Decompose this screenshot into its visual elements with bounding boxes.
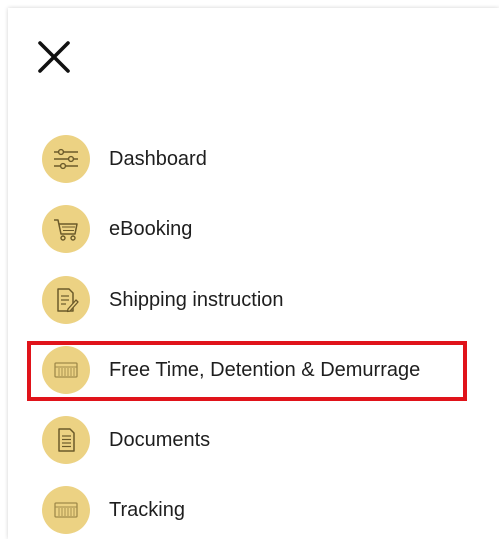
menu-item-label: Shipping instruction [109, 288, 284, 311]
menu-item-label: Documents [109, 428, 211, 451]
close-button[interactable] [34, 37, 74, 77]
menu-item-free-time-detention-demurrage[interactable]: Free Time, Detention & Demurrage [42, 345, 420, 395]
menu-item-label: eBooking [109, 217, 193, 240]
close-icon [38, 41, 70, 73]
menu-item-label: Tracking [109, 498, 185, 521]
cart-icon [42, 205, 90, 253]
container-icon [42, 486, 90, 534]
document-icon [42, 416, 90, 464]
menu-item-label: Dashboard [109, 147, 207, 170]
menu-item-tracking[interactable]: Tracking [42, 485, 185, 535]
menu-item-documents[interactable]: Documents [42, 415, 210, 465]
navigation-drawer: Dashboard eBooking Shipping instruction … [8, 8, 499, 539]
menu-item-label: Free Time, Detention & Demurrage [109, 358, 421, 381]
menu-item-ebooking[interactable]: eBooking [42, 204, 192, 254]
document-edit-icon [42, 276, 90, 324]
menu-item-shipping-instruction[interactable]: Shipping instruction [42, 275, 284, 325]
container-icon [42, 346, 90, 394]
sliders-icon [42, 135, 90, 183]
menu-item-dashboard[interactable]: Dashboard [42, 134, 207, 184]
